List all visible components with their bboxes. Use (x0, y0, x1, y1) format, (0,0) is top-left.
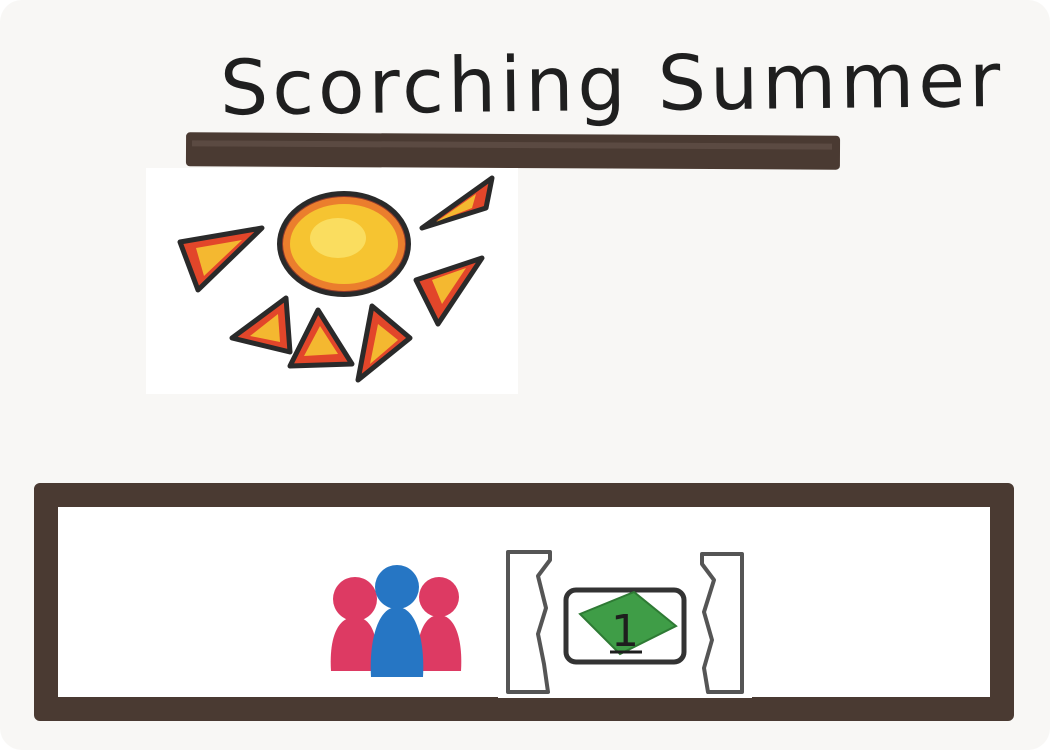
sun-illustration (146, 168, 518, 394)
reward-group: 1 (506, 550, 744, 694)
card-title: Scorching Summer (219, 35, 1005, 133)
player-red-right-body (416, 615, 462, 671)
all-players-illustration (317, 559, 477, 691)
event-card: Scorching Summer 1 (0, 0, 1050, 750)
all-players-icon (330, 565, 462, 677)
title-underline (185, 132, 841, 170)
sun-ray-top-right (419, 175, 495, 231)
player-red-left-body (330, 617, 378, 671)
reward-value: 1 (611, 606, 639, 657)
player-blue-head (375, 565, 419, 609)
bracket-right-icon (700, 552, 744, 694)
player-blue-body (370, 607, 424, 677)
reward-illustration: 1 (498, 548, 752, 698)
bracket-left-icon (506, 550, 552, 694)
sun-icon (177, 175, 495, 383)
player-red-right-head (419, 577, 459, 617)
player-red-left-head (333, 577, 377, 621)
sun-ray-bottom-left (229, 295, 293, 355)
effect-frame: 1 (34, 483, 1014, 721)
